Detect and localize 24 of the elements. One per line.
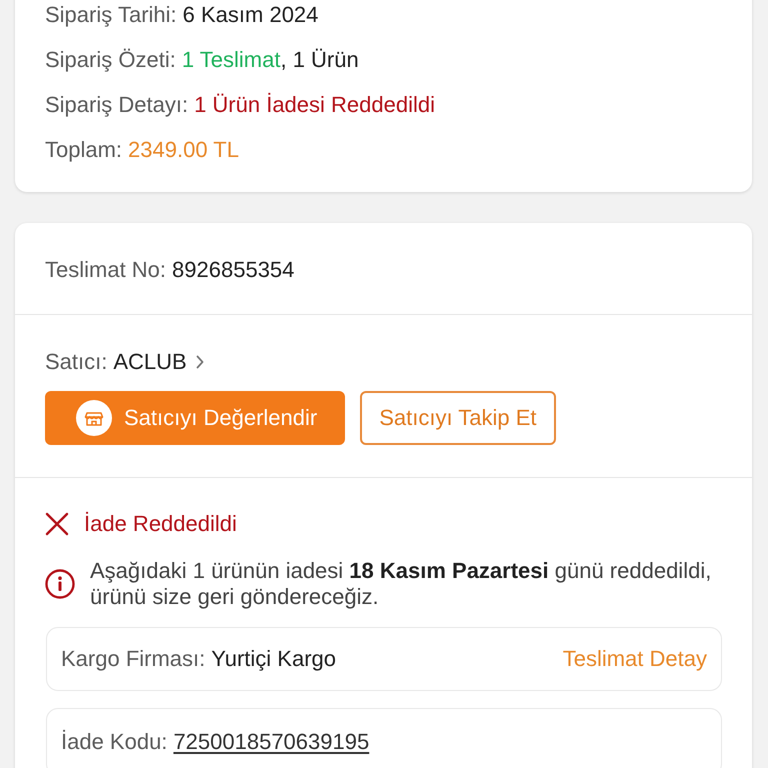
return-status-message: Aşağıdaki 1 ürünün iadesi 18 Kasım Pazartesi günü reddedildi, ürünü size geri göndereceğiz. [90, 558, 712, 610]
return-status-title: İade Reddedildi [84, 512, 237, 536]
field-label: Sipariş Tarihi: [45, 2, 177, 27]
return-code-link[interactable]: 7250018570639195 [173, 729, 370, 755]
delivery-detail-link[interactable]: Teslimat Detay [562, 646, 707, 672]
field-label: Teslimat No: [45, 257, 166, 282]
field-value: Yurtiçi Kargo [211, 646, 336, 672]
field-label: Sipariş Özeti: [45, 47, 176, 72]
field-value: 1 Teslimat, 1 Ürün [182, 47, 359, 72]
chevron-right-icon [196, 354, 204, 368]
seller-link[interactable]: ACLUB [113, 349, 204, 374]
field-value: 8926855354 [172, 257, 294, 282]
follow-seller-button[interactable]: Satıcıyı Takip Et [360, 391, 556, 445]
store-icon [76, 400, 112, 436]
info-icon [45, 569, 75, 599]
field-label: Sipariş Detayı: [45, 92, 188, 117]
field-label: Toplam: [45, 137, 122, 162]
field-label: Satıcı: [45, 349, 108, 374]
field-value: 6 Kasım 2024 [182, 2, 318, 27]
rate-seller-button[interactable]: Satıcıyı Değerlendir [45, 391, 346, 445]
field-label: İade Kodu: [61, 729, 168, 755]
field-value: 1 Ürün İadesi Reddedildi [194, 92, 435, 117]
field-label: Kargo Firması: [61, 646, 206, 672]
field-value: 2349.00 TL [128, 137, 239, 162]
